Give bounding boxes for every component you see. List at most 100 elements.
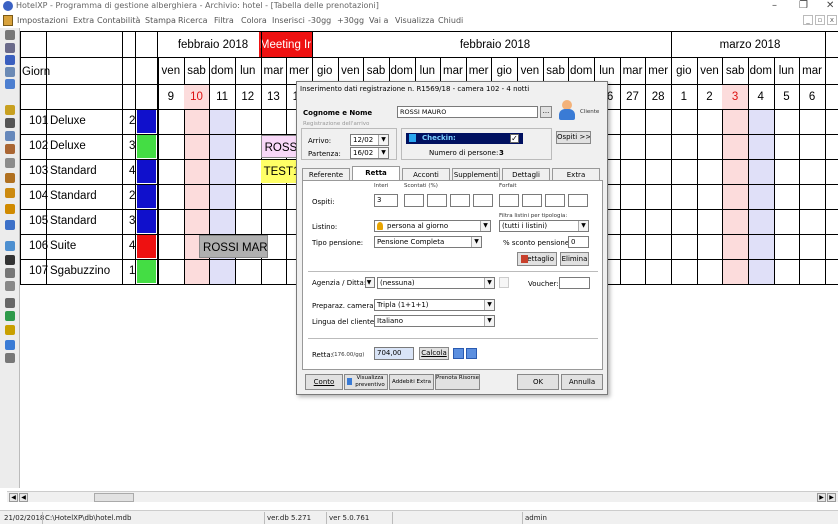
binoculars-icon[interactable]	[5, 255, 15, 265]
retta-input[interactable]: 704,00	[374, 347, 414, 360]
exit-icon[interactable]	[5, 353, 15, 363]
search-person-icon[interactable]	[5, 131, 15, 141]
dettaglio-button[interactable]: Dettaglio	[517, 252, 557, 266]
day-number[interactable]: 4	[748, 85, 774, 109]
day-number[interactable]: 13	[261, 85, 287, 109]
lingua-select[interactable]: Italiano ▼	[374, 315, 495, 327]
enter-icon[interactable]	[5, 311, 15, 321]
listino-select[interactable]: persona al giorno ▼	[374, 220, 491, 232]
group-icon[interactable]	[5, 188, 15, 198]
chevron-down-icon[interactable]: ▼	[484, 278, 494, 288]
help-icon[interactable]	[5, 340, 15, 350]
day-number[interactable]: 28	[645, 85, 671, 109]
forfait-input-3[interactable]	[545, 194, 565, 207]
minimize-button[interactable]: –	[772, 0, 777, 11]
arrivo-select[interactable]: 12/02 ▼	[350, 134, 389, 146]
mdi-close-button[interactable]: x	[827, 15, 837, 25]
agenzia-filter-select[interactable]: ▼	[365, 277, 375, 288]
chevron-down-icon[interactable]: ▼	[471, 237, 481, 247]
cliente-avatar-icon[interactable]	[559, 99, 575, 121]
prenota-risorse-button[interactable]: Prenota Risorse	[435, 374, 480, 390]
mdi-minimize-button[interactable]: _	[803, 15, 813, 25]
scroll-right-icon[interactable]: ▶	[817, 493, 826, 502]
day-number[interactable]: 10	[183, 85, 210, 109]
close-button[interactable]: ✕	[826, 0, 834, 11]
chevron-down-icon[interactable]: ▼	[480, 221, 490, 231]
menu-colora[interactable]: Colora	[241, 16, 267, 25]
guest-icon[interactable]	[5, 144, 15, 154]
day-number[interactable]: 5	[774, 85, 800, 109]
checkin-bar[interactable]: Checkin: ✓	[406, 133, 523, 144]
day-number[interactable]: 12	[235, 85, 261, 109]
menu-visualizza[interactable]: Visualizza	[395, 16, 434, 25]
calculator-icon[interactable]	[453, 348, 464, 359]
partenza-select[interactable]: 16/02 ▼	[350, 147, 389, 159]
delete-icon[interactable]	[5, 55, 15, 65]
day-number[interactable]: 1	[671, 85, 697, 109]
day-number[interactable]: 9	[158, 85, 184, 109]
sconto-input[interactable]: 0	[568, 236, 589, 248]
scontato-input-2[interactable]	[427, 194, 447, 207]
forfait-input-4[interactable]	[568, 194, 588, 207]
menu-filtra[interactable]: Filtra	[214, 16, 234, 25]
forfait-input-2[interactable]	[522, 194, 542, 207]
checkin-checkbox[interactable]: ✓	[510, 134, 519, 143]
scroll-left-icon[interactable]: ◀	[19, 493, 28, 502]
annulla-button[interactable]: Annulla	[561, 374, 603, 390]
scontato-input-4[interactable]	[473, 194, 493, 207]
day-number[interactable]: 27	[620, 85, 646, 109]
room-number[interactable]: 106	[29, 240, 48, 252]
booking-block[interactable]: ROSSI MARIO	[199, 235, 269, 258]
person-icon[interactable]	[5, 173, 15, 183]
pensione-select[interactable]: Pensione Completa ▼	[374, 236, 482, 248]
horizontal-scrollbar[interactable]: ◀ ◀ ▶ ▶	[7, 491, 838, 502]
room-number[interactable]: 104	[29, 190, 48, 202]
chevron-down-icon[interactable]: ▼	[378, 135, 388, 145]
conto-button[interactable]: Conto	[305, 374, 343, 390]
scontato-input-1[interactable]	[404, 194, 424, 207]
menu-extra[interactable]: Extra	[73, 16, 94, 25]
menu-chiudi[interactable]: Chiudi	[438, 16, 463, 25]
ok-button[interactable]: OK	[517, 374, 559, 390]
forfait-input-1[interactable]	[499, 194, 519, 207]
calcola-button[interactable]: Calcola	[419, 347, 449, 360]
elimina-button[interactable]: Elimina	[560, 252, 589, 266]
ospiti-button[interactable]: Ospiti >>	[556, 131, 591, 144]
chevron-down-icon[interactable]: ▼	[578, 221, 588, 231]
edit-icon[interactable]	[499, 277, 509, 288]
day-number[interactable]: 11	[209, 85, 235, 109]
menu-plus30[interactable]: +30gg	[337, 16, 364, 25]
cognome-input[interactable]: ROSSI MAURO	[397, 106, 538, 118]
check-icon[interactable]	[5, 118, 15, 128]
interi-input[interactable]: 3	[374, 194, 398, 207]
chevron-down-icon[interactable]: ▼	[484, 300, 494, 310]
mdi-maximize-button[interactable]: ▫	[815, 15, 825, 25]
menu-ricerca[interactable]: Ricerca	[178, 16, 208, 25]
box-icon[interactable]	[5, 281, 15, 291]
money-icon[interactable]	[5, 105, 15, 115]
group2-icon[interactable]	[5, 204, 15, 214]
addebiti-extra-button[interactable]: Addebiti Extra	[389, 374, 434, 390]
edit-icon[interactable]	[5, 43, 15, 53]
day-number[interactable]: 6	[799, 85, 825, 109]
preparaz-select[interactable]: Tripla (1+1+1) ▼	[374, 299, 495, 311]
room-number[interactable]: 105	[29, 215, 48, 227]
maximize-button[interactable]: ❐	[799, 0, 808, 11]
chevron-down-icon[interactable]: ▼	[484, 316, 494, 326]
cash-icon[interactable]	[5, 158, 15, 168]
menu-inserisci[interactable]: Inserisci	[272, 16, 305, 25]
room-number[interactable]: 107	[29, 265, 48, 277]
back-icon[interactable]	[5, 30, 15, 40]
scroll-thumb[interactable]	[94, 493, 134, 502]
meeting-header[interactable]: Meeting Ir	[259, 32, 312, 58]
filtra-select[interactable]: (tutti i listini) ▼	[499, 220, 589, 232]
voucher-input[interactable]	[559, 277, 590, 289]
grid-icon[interactable]	[5, 241, 15, 251]
visualizza-preventivo-button[interactable]: Visualizza preventivo	[344, 374, 388, 390]
day-number[interactable]: 2	[697, 85, 723, 109]
agenzia-select[interactable]: (nessuna) ▼	[377, 277, 495, 289]
menu-stampa[interactable]: Stampa	[145, 16, 176, 25]
menu-minus30[interactable]: -30gg	[308, 16, 331, 25]
cognome-browse-button[interactable]: ...	[540, 106, 552, 118]
scroll-last-icon[interactable]: ▶	[827, 493, 836, 502]
